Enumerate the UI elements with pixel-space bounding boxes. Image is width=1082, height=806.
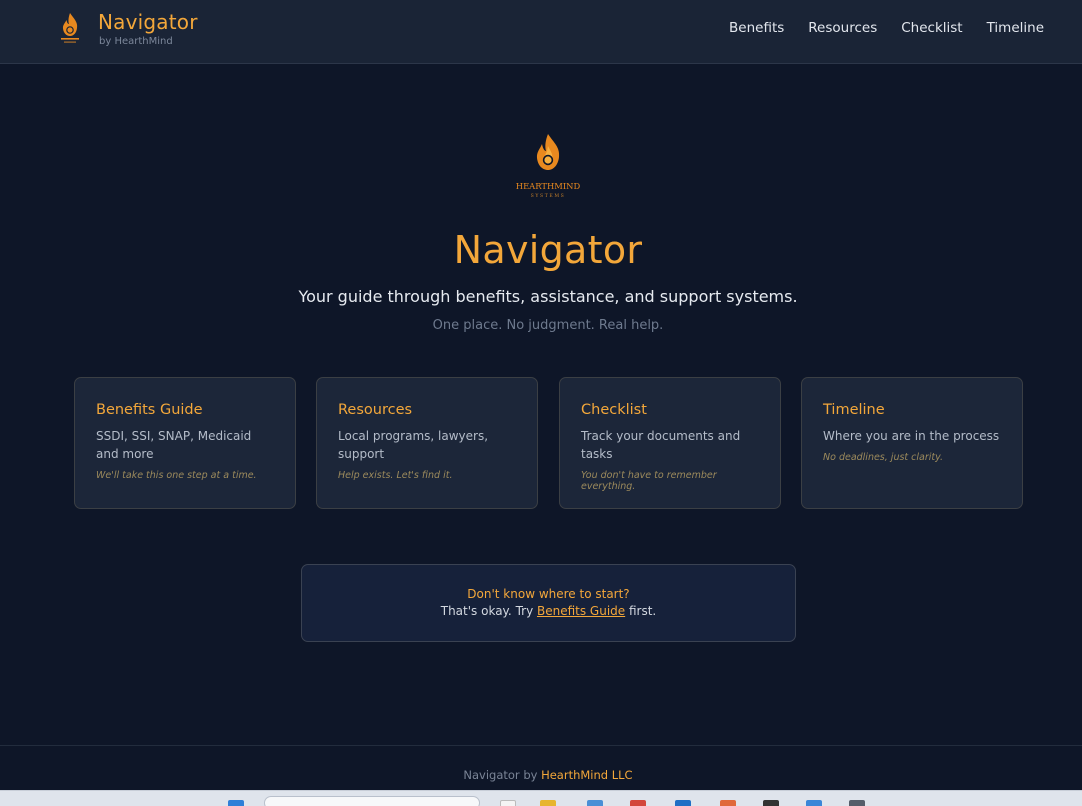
windows-start-icon[interactable] (228, 800, 244, 806)
card-note: We'll take this one step at a time. (96, 470, 257, 481)
card-benefits-guide[interactable]: Benefits Guide SSDI, SSI, SNAP, Medicaid… (74, 377, 296, 509)
hearthmind-logo: HEARTHMIND SYSTEMS (516, 134, 581, 199)
card-description: Track your documents and tasks (581, 429, 741, 461)
nav-link-checklist[interactable]: Checklist (901, 20, 962, 36)
taskbar-app-icon[interactable] (500, 800, 516, 806)
benefits-guide-link[interactable]: Benefits Guide (537, 604, 625, 618)
card-checklist[interactable]: Checklist Track your documents and tasks… (559, 377, 781, 509)
card-description: Local programs, lawyers, support (338, 429, 489, 461)
hero-tagline: Your guide through benefits, assistance,… (298, 287, 798, 306)
logo-tagline: SYSTEMS (531, 193, 566, 199)
brand-subtitle: by HearthMind (99, 36, 173, 47)
page-title: Navigator (453, 228, 643, 272)
taskbar-app-icon[interactable] (630, 800, 646, 806)
start-prefix: That's okay. Try (440, 604, 537, 618)
footer: Navigator by HearthMind LLC (0, 768, 1082, 782)
calendar-icon[interactable] (806, 800, 822, 806)
start-suggestion: That's okay. Try Benefits Guide first. (302, 604, 795, 618)
card-title: Benefits Guide (96, 402, 203, 418)
taskbar-app-icon[interactable] (849, 800, 865, 806)
nav-link-resources[interactable]: Resources (808, 20, 877, 36)
logo-wordmark: HEARTHMIND (516, 181, 581, 191)
card-timeline[interactable]: Timeline Where you are in the process No… (801, 377, 1023, 509)
footer-company: HearthMind LLC (541, 768, 633, 782)
taskbar-app-icon[interactable] (675, 800, 691, 806)
folder-icon[interactable] (540, 800, 556, 806)
card-note: You don't have to remember everything. (581, 470, 717, 492)
taskbar-app-icon[interactable] (763, 800, 779, 806)
main-nav: Benefits Resources Checklist Timeline (729, 20, 1044, 36)
flame-logo-icon (536, 134, 560, 170)
getting-started-box: Don't know where to start? That's okay. … (301, 564, 796, 642)
card-title: Checklist (581, 402, 647, 418)
os-taskbar (0, 790, 1082, 806)
card-title: Timeline (823, 402, 885, 418)
card-description: Where you are in the process (823, 429, 1000, 443)
card-note: No deadlines, just clarity. (823, 452, 944, 463)
hero-subtitle: One place. No judgment. Real help. (432, 318, 664, 333)
footer-prefix: Navigator by (463, 768, 542, 782)
taskbar-app-icon[interactable] (720, 800, 736, 806)
card-note: Help exists. Let's find it. (338, 470, 453, 481)
card-resources[interactable]: Resources Local programs, lawyers, suppo… (316, 377, 538, 509)
nav-link-benefits[interactable]: Benefits (729, 20, 784, 36)
taskbar-search-box[interactable] (264, 796, 480, 806)
brand-title[interactable]: Navigator (98, 10, 198, 34)
start-question: Don't know where to start? (467, 587, 630, 601)
flame-logo-icon[interactable] (55, 11, 85, 45)
start-suffix: first. (625, 604, 657, 618)
card-title: Resources (338, 402, 413, 418)
card-description: SSDI, SSI, SNAP, Medicaid and more (96, 429, 252, 461)
footer-divider (0, 745, 1082, 746)
nav-link-timeline[interactable]: Timeline (987, 20, 1044, 36)
taskbar-app-icon[interactable] (587, 800, 603, 806)
top-header: Navigator by HearthMind Benefits Resourc… (0, 0, 1082, 64)
